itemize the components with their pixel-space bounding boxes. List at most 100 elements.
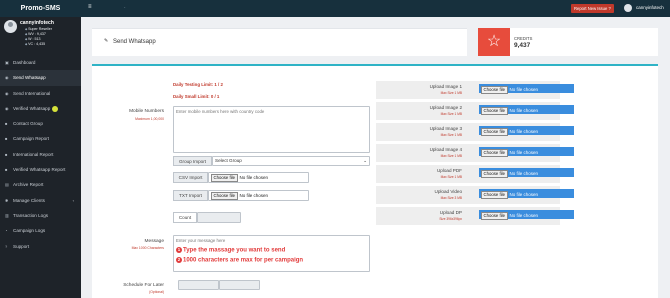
choose-file-button[interactable]: Choose file (481, 85, 508, 94)
choose-file-button[interactable]: Choose file (481, 169, 508, 178)
group-import-label: Group Import (173, 156, 212, 166)
upload-video-input[interactable]: Choose file No file chosen (479, 189, 574, 199)
upload-pdf-input[interactable]: Choose file No file chosen (479, 168, 574, 178)
no-file-text: No file chosen (509, 191, 539, 197)
sidebar-item-label: Campaign Logs (13, 228, 46, 234)
txt-import-label: TXT Import (173, 190, 208, 201)
upload-image-2-input[interactable]: Choose file No file chosen (479, 105, 574, 115)
brand-logo[interactable]: Promo-SMS (0, 0, 81, 17)
no-file-text: No file chosen (509, 170, 539, 176)
upload-label: Upload Image 4 (429, 147, 462, 152)
user-avatar[interactable] (624, 4, 632, 12)
sidebar-item-contact-group[interactable]: ■ Contact Group (0, 116, 81, 131)
report-icon: ■ (5, 167, 8, 173)
report-icon: ■ (5, 151, 8, 157)
group-select-value: Select Group (215, 158, 242, 163)
upload-size-hint: Max Size 1 MB (440, 175, 462, 179)
sidebar-item-send-whatsapp[interactable]: ◉ Send Whatsapp (0, 70, 81, 86)
top-username[interactable]: cannyinfotech (636, 5, 664, 10)
clock-icon: ◔ (5, 228, 8, 234)
no-file-text: No file chosen (509, 128, 539, 134)
send-form-card: Daily Testing Limit: 1 / 2 Daily Small L… (92, 64, 658, 298)
schedule-time-input[interactable] (219, 280, 260, 290)
choose-file-button[interactable]: Choose file (481, 190, 508, 199)
credits-value: 9,437 (514, 42, 531, 49)
globe-icon: ◉ (5, 90, 9, 96)
sidebar-item-campaign-logs[interactable]: ◔ Campaign Logs (0, 223, 81, 238)
txt-choose-file-button[interactable]: Choose file (211, 192, 238, 200)
sidebar-item-label: Contact Group (13, 121, 43, 127)
daily-testing-limit: Daily Testing Limit: 1 / 2 (173, 82, 223, 87)
upload-image-3-row: Upload Image 3 Max Size 1 MB Choose file… (376, 123, 574, 141)
csv-choose-file-button[interactable]: Choose file (211, 174, 238, 182)
upload-label: Upload Image 1 (429, 84, 462, 89)
sidebar-item-archive-report[interactable]: ▤ Archive Report (0, 177, 81, 192)
message-label: Message (144, 239, 164, 244)
profile-stat: VC : 4,435 (25, 42, 52, 47)
message-hint-line-1: 1 Type the massage you want to send (174, 247, 369, 254)
hint-number-1: 1 (176, 247, 182, 253)
sidebar-item-send-international[interactable]: ◉ Send International (0, 86, 81, 101)
sidebar-item-label: Transaction Logs (13, 212, 49, 218)
sidebar-item-international-report[interactable]: ■ International Report (0, 147, 81, 162)
count-field (197, 212, 241, 223)
upload-video-row: Upload Video Max Size 3 MB Choose file No… (376, 186, 574, 204)
group-select[interactable]: Select Group ⌄ (212, 156, 370, 166)
csv-file-input[interactable]: Choose file No file chosen (208, 172, 309, 183)
topbar-dot: · (124, 5, 126, 11)
sidebar-item-verified-whatsapp[interactable]: ◉ Verified Whatsapp (0, 101, 81, 116)
mobile-numbers-input[interactable]: Enter mobile numbers here with country c… (173, 106, 370, 153)
menu-toggle-icon[interactable]: ≡ (88, 4, 92, 10)
pencil-icon: ✎ (104, 38, 109, 44)
upload-image-2-row: Upload Image 2 Max Size 1 MB Choose file… (376, 102, 574, 120)
schedule-label: Schedule For Later (123, 283, 164, 288)
top-bar: ≡ · Report New Issue ? cannyinfotech (81, 0, 670, 17)
sidebar-item-label: Send Whatsapp (13, 75, 46, 81)
upload-label: Upload Image 2 (429, 105, 462, 110)
upload-size-hint: Max Size 1 MB (440, 91, 462, 95)
upload-image-3-input[interactable]: Choose file No file chosen (479, 126, 574, 136)
avatar (4, 20, 17, 33)
report-issue-button[interactable]: Report New Issue ? (571, 4, 614, 13)
upload-size-hint: Max Size 3 MB (440, 196, 462, 200)
choose-file-button[interactable]: Choose file (481, 211, 508, 220)
verified-badge-icon (52, 105, 59, 112)
sidebar-item-label: International Report (13, 151, 54, 157)
choose-file-button[interactable]: Choose file (481, 148, 508, 157)
sidebar-item-campaign-report[interactable]: ■ Campaign Report (0, 131, 81, 146)
mobile-numbers-hint: Maximum 1,00,000 (135, 117, 164, 121)
upload-dp-input[interactable]: Choose file No file chosen (479, 210, 574, 220)
mobile-numbers-label: Mobile Numbers (129, 109, 164, 114)
hint-text-2: 1000 characters are max for per campaign (183, 257, 304, 264)
sidebar-item-support[interactable]: ? Support (0, 239, 81, 254)
sidebar-item-label: Support (13, 243, 30, 249)
sidebar-item-manage-clients[interactable]: ✱ Manage Clients ‹ (0, 193, 81, 208)
sidebar-item-label: Dashboard (13, 60, 36, 65)
upload-label: Upload DP (439, 210, 462, 215)
txt-file-input[interactable]: Choose file No file chosen (208, 190, 309, 201)
sidebar: Promo-SMS cannyinfotech Super Reseller W… (0, 0, 81, 298)
hint-number-2: 2 (176, 256, 182, 263)
help-icon: ? (5, 243, 8, 249)
whatsapp-icon: ◉ (5, 75, 9, 81)
upload-image-1-input[interactable]: Choose file No file chosen (479, 84, 574, 94)
dashboard-icon: ▣ (5, 60, 9, 65)
chevron-down-icon: ⌄ (363, 158, 367, 163)
message-textarea[interactable]: Enter your message here 1 Type the massag… (173, 235, 370, 272)
sidebar-item-transaction-logs[interactable]: ▥ Transaction Logs (0, 208, 81, 223)
message-hint: Max 1000 Characters (131, 246, 164, 250)
star-icon: ☆ (478, 28, 510, 56)
sidebar-item-label: Campaign Report (13, 136, 50, 142)
sidebar-item-label: Archive Report (13, 182, 44, 188)
sidebar-item-label: Manage Clients (13, 197, 45, 203)
choose-file-button[interactable]: Choose file (481, 106, 508, 115)
profile-panel: cannyinfotech Super Reseller WV : 9,437 … (0, 17, 81, 55)
sidebar-item-verified-whatsapp-report[interactable]: ■ Verified Whatsapp Report (0, 162, 81, 177)
upload-image-4-input[interactable]: Choose file No file chosen (479, 147, 574, 157)
csv-import-label: CSV Import (173, 172, 208, 183)
no-file-text: No file chosen (509, 149, 539, 155)
sidebar-item-dashboard[interactable]: ▣ Dashboard (0, 55, 81, 70)
choose-file-button[interactable]: Choose file (481, 127, 508, 136)
schedule-date-input[interactable] (178, 280, 219, 290)
upload-size-hint: Size 396x396px (439, 217, 462, 221)
